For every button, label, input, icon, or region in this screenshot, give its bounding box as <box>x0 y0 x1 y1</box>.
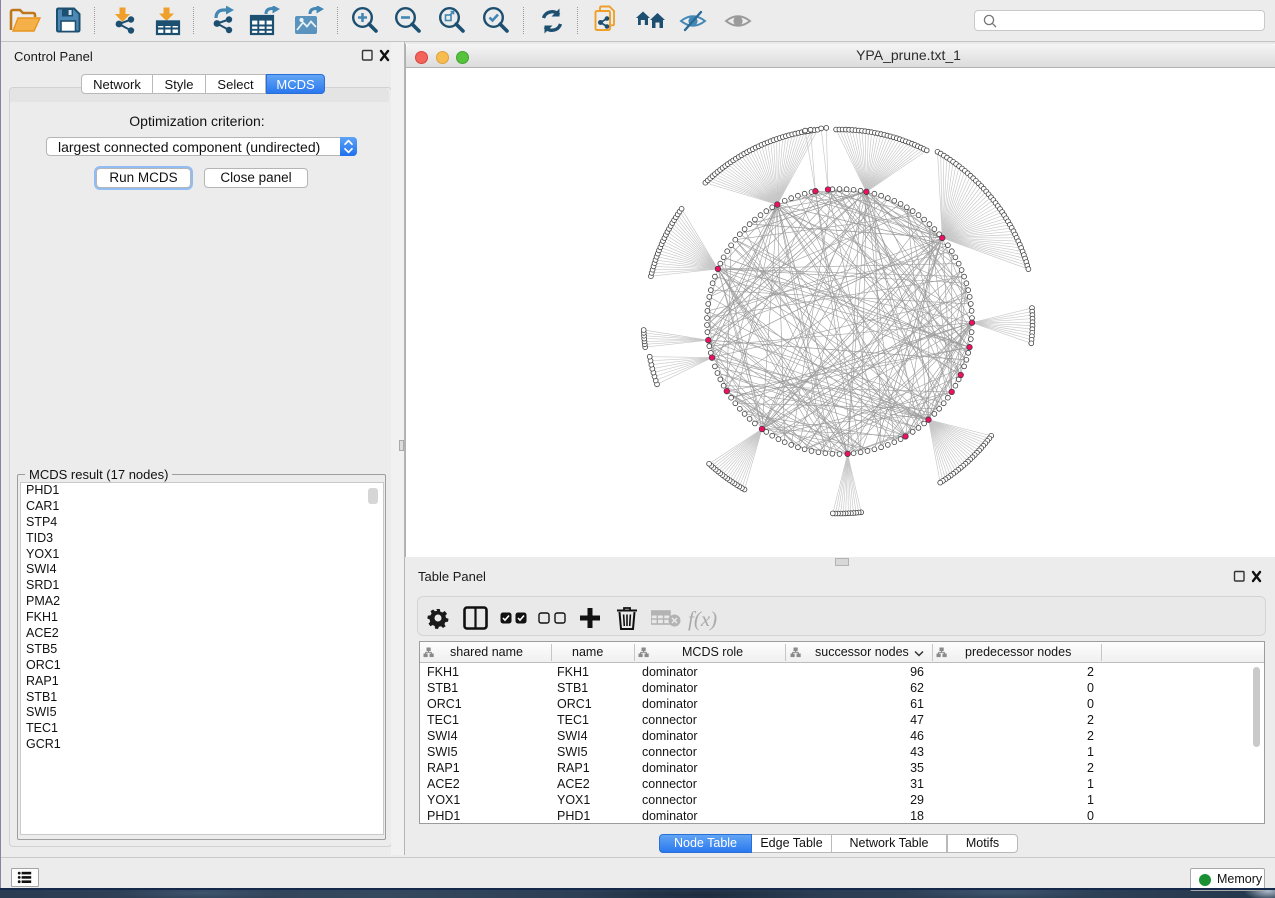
svg-text:f(x): f(x) <box>688 607 717 631</box>
